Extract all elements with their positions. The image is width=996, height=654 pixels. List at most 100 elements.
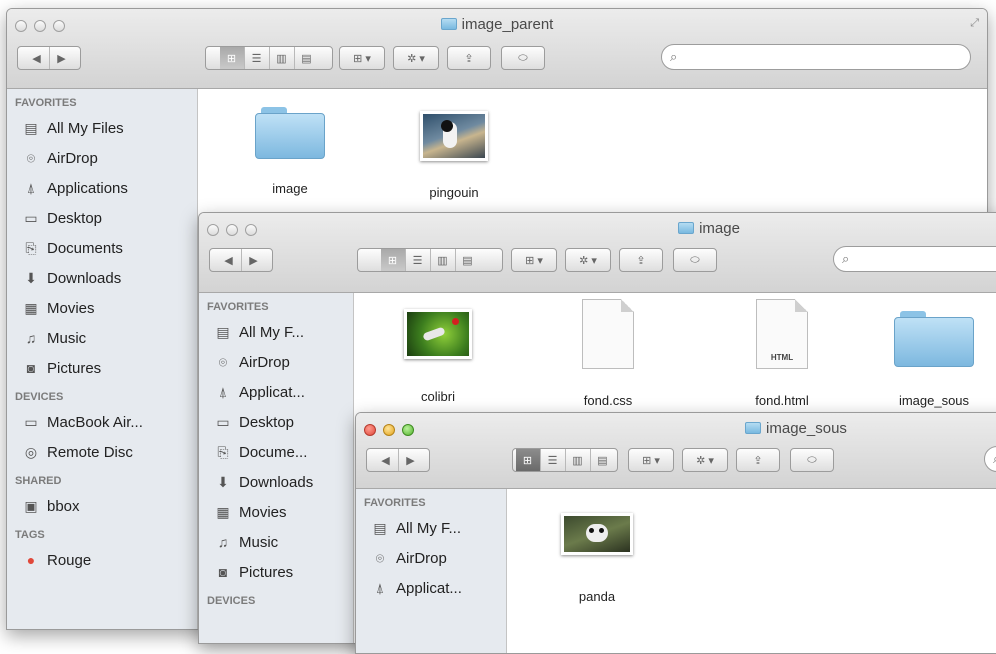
sidebar-item-pictures[interactable]: ◙ Pictures (7, 353, 197, 383)
file-item-image-sous-folder[interactable]: image_sous (874, 311, 994, 408)
airdrop-icon: ⌾ (375, 549, 385, 566)
view-mode-control[interactable]: ⊞ ☰ ▥ ▤ (205, 46, 333, 70)
search-input[interactable] (855, 250, 996, 268)
all-files-icon: ▤ (216, 323, 230, 340)
back-forward-control[interactable]: ◀ ▶ (17, 46, 81, 70)
sidebar: FAVORITES ▤ All My F... ⌾ AirDrop ⍋ Applica… (199, 293, 354, 643)
finder-window-image-sous: image_sous ◀ ▶ ⊞ ☰ ▥ ▤ ⊞ ▾ ✲ ▾ ⇪ ⬭ ⌕ FAV… (355, 412, 996, 654)
forward-icon[interactable]: ▶ (242, 249, 266, 271)
music-icon: ♫ (25, 330, 37, 346)
action-button[interactable]: ✲ ▾ (682, 448, 728, 472)
sidebar-item-movies[interactable]: ▦ Movies (199, 497, 353, 527)
back-icon[interactable]: ◀ (25, 47, 50, 69)
window-toolbar: image_parent ⤢ ◀ ▶ ⊞ ☰ ▥ ▤ ⊞ ▾ ✲ ▾ ⇪ ⬭ ⌕ (7, 9, 987, 89)
file-item-fond-html[interactable]: HTML fond.html (722, 299, 842, 408)
column-view-icon[interactable]: ▥ (566, 449, 591, 471)
column-view-icon[interactable]: ▥ (270, 47, 295, 69)
back-icon[interactable]: ◀ (217, 249, 242, 271)
arrange-button[interactable]: ⊞ ▾ (511, 248, 557, 272)
tag-icon: ⬭ (690, 253, 700, 266)
fullscreen-icon[interactable]: ⤢ (970, 17, 979, 30)
tag-icon: ⬭ (518, 51, 528, 64)
file-item-pingouin[interactable]: pingouin (394, 111, 514, 200)
sidebar-section-devices: DEVICES (207, 595, 256, 607)
coverflow-view-icon[interactable]: ▤ (456, 249, 480, 271)
back-forward-control[interactable]: ◀ ▶ (209, 248, 273, 272)
icon-view-icon[interactable]: ⊞ (219, 47, 245, 69)
sidebar-item-music[interactable]: ♫ Music (199, 527, 353, 557)
action-button[interactable]: ✲ ▾ (393, 46, 439, 70)
search-field[interactable]: ⌕ (661, 44, 971, 70)
arrange-icon: ⊞ ▾ (525, 254, 543, 267)
arrange-button[interactable]: ⊞ ▾ (628, 448, 674, 472)
sidebar-item-documents[interactable]: ⎘ Documents (7, 233, 197, 263)
column-view-icon[interactable]: ▥ (431, 249, 456, 271)
sidebar-item-airdrop[interactable]: ⌾ AirDrop (199, 347, 353, 377)
sidebar-item-applications[interactable]: ⍋ Applicat... (356, 573, 506, 603)
sidebar-item-all-my-files[interactable]: ▤ All My Files (7, 113, 197, 143)
share-button[interactable]: ⇪ (447, 46, 491, 70)
sidebar-item-macbook-air[interactable]: ▭ MacBook Air... (7, 407, 197, 437)
list-view-icon[interactable]: ☰ (541, 449, 566, 471)
sidebar-item-downloads[interactable]: ⬇ Downloads (7, 263, 197, 293)
forward-icon[interactable]: ▶ (399, 449, 423, 471)
coverflow-view-icon[interactable]: ▤ (295, 47, 319, 69)
documents-icon: ⎘ (217, 443, 229, 460)
applications-icon: ⍋ (218, 383, 228, 400)
action-button[interactable]: ✲ ▾ (565, 248, 611, 272)
sidebar-item-airdrop[interactable]: ⌾ AirDrop (7, 143, 197, 173)
window-toolbar: image ◀ ▶ ⊞ ☰ ▥ ▤ ⊞ ▾ ✲ ▾ ⇪ ⬭ ⌕ (199, 213, 996, 293)
image-thumbnail-icon (420, 111, 488, 161)
back-icon[interactable]: ◀ (374, 449, 399, 471)
file-item-colibri[interactable]: colibri (378, 309, 498, 404)
share-icon: ⇪ (464, 52, 474, 65)
icon-view-icon[interactable]: ⊞ (380, 249, 406, 271)
back-forward-control[interactable]: ◀ ▶ (366, 448, 430, 472)
tags-button[interactable]: ⬭ (501, 46, 545, 70)
sidebar-item-all-my-files[interactable]: ▤ All My F... (356, 513, 506, 543)
html-document-icon: HTML (756, 299, 808, 369)
sidebar-section-favorites: FAVORITES (364, 497, 426, 509)
sidebar-item-tag-rouge[interactable]: ● Rouge (7, 545, 197, 575)
sidebar-item-pictures[interactable]: ◙ Pictures (199, 557, 353, 587)
list-view-icon[interactable]: ☰ (406, 249, 431, 271)
disc-icon: ◎ (24, 443, 38, 460)
sidebar-item-remote-disc[interactable]: ◎ Remote Disc (7, 437, 197, 467)
share-button[interactable]: ⇪ (619, 248, 663, 272)
window-title: image_parent (7, 16, 987, 33)
applications-icon: ⍋ (26, 179, 36, 196)
sidebar-item-downloads[interactable]: ⬇ Downloads (199, 467, 353, 497)
search-field[interactable]: ⌕ (833, 246, 996, 272)
sidebar-item-airdrop[interactable]: ⌾ AirDrop (356, 543, 506, 573)
search-icon: ⌕ (670, 49, 678, 64)
search-input[interactable] (683, 48, 970, 66)
tags-button[interactable]: ⬭ (673, 248, 717, 272)
sidebar-item-desktop[interactable]: ▭ Desktop (7, 203, 197, 233)
sidebar-item-all-my-files[interactable]: ▤ All My F... (199, 317, 353, 347)
icon-view-icon[interactable]: ⊞ (515, 449, 541, 471)
file-item-image-folder[interactable]: image (230, 107, 350, 196)
sidebar-item-movies[interactable]: ▦ Movies (7, 293, 197, 323)
coverflow-view-icon[interactable]: ▤ (591, 449, 615, 471)
list-view-icon[interactable]: ☰ (245, 47, 270, 69)
airdrop-icon: ⌾ (218, 353, 228, 370)
search-field[interactable]: ⌕ (984, 446, 996, 472)
gear-icon: ✲ ▾ (696, 454, 714, 467)
view-mode-control[interactable]: ⊞ ☰ ▥ ▤ (357, 248, 503, 272)
arrange-button[interactable]: ⊞ ▾ (339, 46, 385, 70)
sidebar-item-applications[interactable]: ⍋ Applicat... (199, 377, 353, 407)
sidebar-section-favorites: FAVORITES (15, 97, 77, 109)
folder-icon (745, 422, 762, 434)
sidebar-item-bbox[interactable]: ▣ bbox (7, 491, 197, 521)
sidebar-item-music[interactable]: ♫ Music (7, 323, 197, 353)
sidebar-item-documents[interactable]: ⎘ Docume... (199, 437, 353, 467)
forward-icon[interactable]: ▶ (50, 47, 74, 69)
view-mode-control[interactable]: ⊞ ☰ ▥ ▤ (512, 448, 618, 472)
share-button[interactable]: ⇪ (736, 448, 780, 472)
file-item-fond-css[interactable]: fond.css (548, 299, 668, 408)
sidebar-item-desktop[interactable]: ▭ Desktop (199, 407, 353, 437)
tags-button[interactable]: ⬭ (790, 448, 834, 472)
sidebar-item-applications[interactable]: ⍋ Applications (7, 173, 197, 203)
file-item-panda[interactable]: panda (537, 513, 657, 604)
all-files-icon: ▤ (24, 119, 38, 136)
